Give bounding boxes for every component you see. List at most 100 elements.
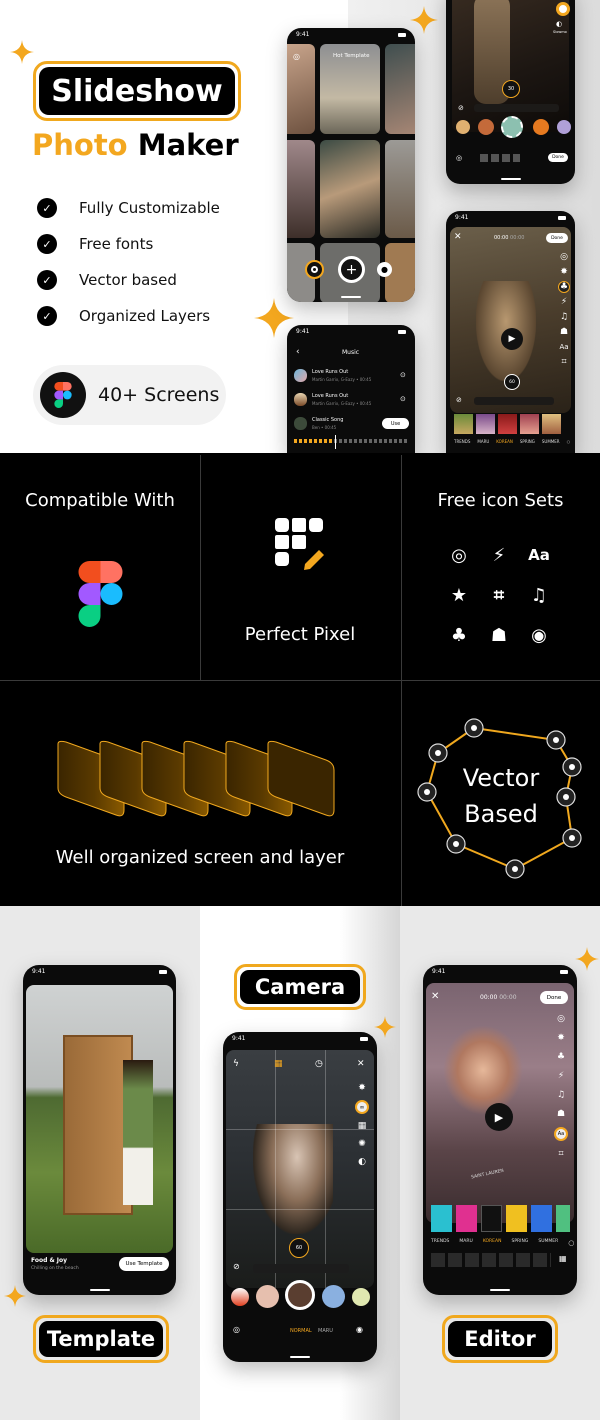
camera-tab-button[interactable]: [305, 260, 324, 279]
track-name[interactable]: Classic Song: [312, 417, 343, 423]
filter-icon[interactable]: ♣: [558, 281, 570, 293]
filter-thumb[interactable]: [557, 120, 571, 134]
category-tab[interactable]: TRENDS: [431, 1239, 449, 1247]
filter-thumb[interactable]: [533, 119, 549, 135]
sticker-icon[interactable]: ☗: [558, 326, 570, 338]
reset-icon[interactable]: ⊘: [458, 104, 464, 112]
track-name[interactable]: Love Runs Out: [312, 369, 348, 375]
close-icon[interactable]: ✕: [357, 1059, 365, 1069]
intensity-dial[interactable]: 60: [289, 1238, 309, 1258]
collage-icon[interactable]: ▦: [356, 1120, 368, 1132]
intensity-dial[interactable]: 30: [502, 80, 520, 98]
close-icon[interactable]: ✕: [431, 991, 439, 1002]
flash-icon[interactable]: ϟ: [233, 1059, 239, 1069]
waveform-playhead[interactable]: [335, 435, 336, 449]
grid-menu-icon[interactable]: ▦: [559, 1254, 567, 1263]
switch-camera-icon[interactable]: ◉: [356, 1325, 363, 1334]
slowmo-icon[interactable]: ◐: [556, 20, 562, 28]
category-tab[interactable]: MARU: [459, 1239, 472, 1247]
intensity-slider[interactable]: [474, 397, 554, 405]
sticker-thumb[interactable]: [498, 414, 517, 434]
play-button[interactable]: ▶: [485, 1103, 513, 1131]
reset-icon[interactable]: ⊘: [233, 1262, 240, 1271]
mode-tab-active[interactable]: NORMAL: [290, 1328, 312, 1334]
transition-icon[interactable]: ⚡: [558, 296, 570, 308]
effect-icon[interactable]: ✸: [555, 1032, 567, 1044]
filter-thumb[interactable]: [352, 1288, 370, 1306]
transition-icon[interactable]: ⚡: [555, 1070, 567, 1082]
sticker-thumb[interactable]: [481, 1205, 502, 1232]
play-button[interactable]: ▶: [501, 328, 523, 350]
timer-icon[interactable]: ◷: [315, 1059, 323, 1069]
capture-button[interactable]: [285, 1280, 315, 1310]
sticker-thumb[interactable]: [556, 1205, 570, 1232]
filter-thumb[interactable]: [231, 1288, 249, 1306]
done-button[interactable]: Done: [540, 991, 568, 1004]
category-tab[interactable]: SPRING: [520, 439, 535, 444]
create-button[interactable]: +: [338, 256, 365, 283]
sticker-thumb[interactable]: [431, 1205, 452, 1232]
done-button[interactable]: Done: [548, 153, 568, 162]
use-music-button[interactable]: Use: [382, 418, 409, 429]
filter-thumb[interactable]: [456, 120, 470, 134]
adjust-icon[interactable]: ◎: [558, 251, 570, 263]
done-button[interactable]: Done: [546, 233, 568, 243]
intensity-slider[interactable]: [253, 1264, 349, 1273]
profile-icon[interactable]: ●: [377, 262, 392, 277]
template-thumb[interactable]: [385, 140, 415, 238]
side-tool-active[interactable]: [556, 2, 570, 16]
camera-flip-icon[interactable]: ◎: [456, 154, 462, 162]
template-thumb[interactable]: [287, 44, 315, 134]
adjust-icon[interactable]: ◎: [555, 1013, 567, 1025]
sticker-thumb[interactable]: [542, 414, 561, 434]
intensity-dial[interactable]: 60: [504, 374, 520, 390]
canvas-icon[interactable]: ⌗: [555, 1148, 567, 1160]
filter-thumb[interactable]: [256, 1285, 279, 1308]
sticker-thumb[interactable]: [456, 1205, 477, 1232]
slideshow-mode-icon[interactable]: ∞: [355, 1100, 369, 1114]
play-track-icon[interactable]: ⊙: [400, 395, 406, 403]
timeline-thumbs[interactable]: [431, 1253, 551, 1267]
filter-thumb[interactable]: [322, 1285, 345, 1308]
music-icon[interactable]: ♫: [558, 311, 570, 323]
track-name[interactable]: Love Runs Out: [312, 393, 348, 399]
category-tab[interactable]: TRENDS: [454, 439, 470, 444]
gallery-icon[interactable]: ◎: [233, 1325, 240, 1334]
text-icon[interactable]: Aa: [554, 1127, 568, 1141]
sticker-thumb[interactable]: [531, 1205, 552, 1232]
effect-icon[interactable]: ✸: [356, 1082, 368, 1094]
category-tab[interactable]: SPRING: [511, 1239, 528, 1247]
filter-thumb[interactable]: [478, 119, 494, 135]
camera-icon[interactable]: ◎: [293, 52, 300, 61]
category-tab-active[interactable]: KOREAN: [496, 439, 513, 444]
reset-icon[interactable]: ⊘: [456, 396, 462, 404]
sticker-thumb[interactable]: [454, 414, 473, 434]
sticker-thumb[interactable]: [476, 414, 495, 434]
grid-toggle-icon[interactable]: ▦: [274, 1059, 283, 1069]
intensity-slider[interactable]: [474, 104, 559, 112]
filter-thumb-selected[interactable]: [501, 116, 523, 138]
music-icon[interactable]: ♫: [555, 1089, 567, 1101]
search-icon[interactable]: ○: [568, 1239, 574, 1247]
use-template-button[interactable]: Use Template: [119, 1257, 169, 1271]
mode-tab[interactable]: MARU: [318, 1328, 333, 1334]
category-tab[interactable]: SUMMER: [538, 1239, 558, 1247]
template-thumb[interactable]: [320, 140, 380, 238]
filter-icon[interactable]: ♣: [555, 1051, 567, 1063]
sticker-thumb[interactable]: [520, 414, 539, 434]
canvas-icon[interactable]: ⌗: [558, 356, 570, 368]
play-track-icon[interactable]: ⊙: [400, 371, 406, 379]
slideshow-icon[interactable]: ✺: [356, 1138, 368, 1150]
effect-icon[interactable]: ✸: [558, 266, 570, 278]
back-icon[interactable]: ‹: [296, 347, 300, 357]
slowmo-icon[interactable]: ◐: [356, 1156, 368, 1168]
sticker-icon[interactable]: ☗: [555, 1108, 567, 1120]
category-tab[interactable]: MARU: [477, 439, 489, 444]
template-thumb[interactable]: [287, 140, 315, 238]
sticker-thumb[interactable]: [506, 1205, 527, 1232]
text-icon[interactable]: Aa: [558, 341, 570, 353]
close-icon[interactable]: ✕: [454, 232, 462, 242]
search-icon[interactable]: ○: [567, 439, 571, 444]
category-tab[interactable]: SUMMER: [542, 439, 560, 444]
media-thumbs[interactable]: [480, 154, 520, 162]
